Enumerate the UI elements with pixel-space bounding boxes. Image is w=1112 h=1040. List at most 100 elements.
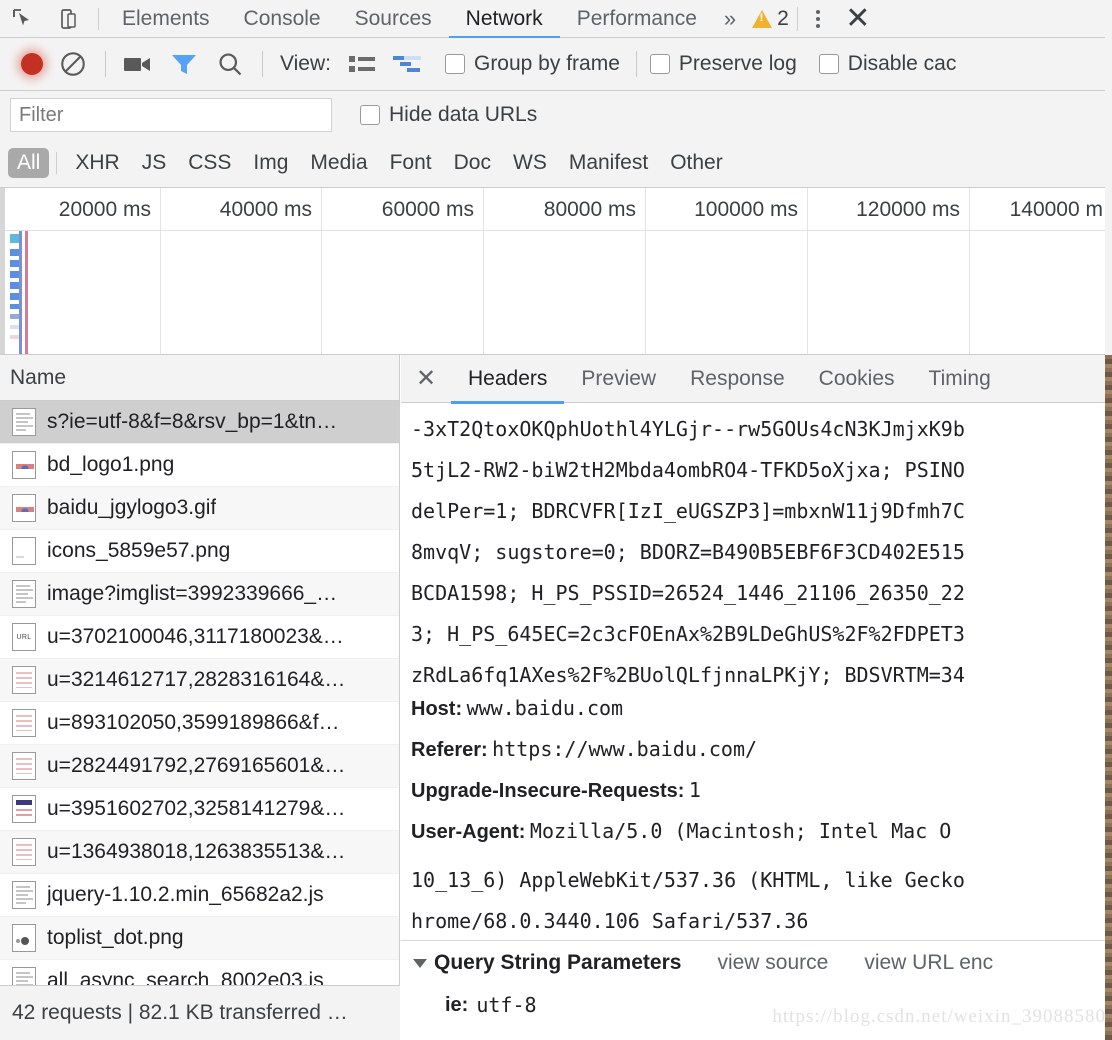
checkbox-label: Preserve log [678,52,797,75]
table-row[interactable]: all_async_search_8002e03.js [0,960,399,985]
timeline-tick-label: 40000 ms [219,198,312,221]
table-row[interactable]: u=3951602702,3258141279&… [0,788,399,831]
hide-data-urls-checkbox[interactable]: Hide data URLs [360,103,537,127]
preserve-log-checkbox[interactable]: Preserve log [649,52,797,76]
table-row[interactable]: u=2824491792,2769165601&… [0,745,399,788]
cookie-wrapped-line: 5tjL2-RW2-biW2tH2Mbda4ombRO4-TFKD5oXjxa;… [411,458,965,482]
disable-cache-checkbox[interactable]: Disable cac [818,52,957,76]
request-name: bd_logo1.png [47,453,175,476]
desktop-background-edge [1105,355,1112,1040]
header-key: Upgrade-Insecure-Requests: [411,780,685,802]
close-icon[interactable]: ✕ [401,355,451,403]
request-summary-text: 42 requests | 82.1 KB transferred … [12,1001,348,1024]
toolbar-divider [262,51,263,77]
tab-cookies[interactable]: Cookies [802,355,912,403]
query-string-parameters-section: Query String Parameters view source view… [401,940,1112,1040]
query-string-header[interactable]: Query String Parameters view source view… [401,941,1112,985]
filter-funnel-icon[interactable] [161,46,207,82]
script-file-icon [12,967,36,985]
type-filter-font[interactable]: Font [379,148,443,178]
table-row[interactable]: bd_logo1.png [0,444,399,487]
type-filter-doc[interactable]: Doc [443,148,502,178]
section-title: Query String Parameters [434,951,682,974]
image-file-icon [12,494,36,522]
table-row[interactable]: jquery-1.10.2.min_65682a2.js [0,874,399,917]
view-source-link[interactable]: view source [717,951,828,975]
checkbox-box[interactable] [649,54,670,74]
table-row[interactable]: toplist_dot.png [0,917,399,960]
table-row[interactable]: u=3214612717,2828316164&… [0,659,399,702]
type-filter-js[interactable]: JS [131,148,178,178]
type-filter-css[interactable]: CSS [177,148,242,178]
checkbox-box[interactable] [444,54,465,74]
table-row[interactable]: icons_5859e57.png [0,530,399,573]
search-magnifier-icon[interactable] [207,46,253,82]
checkbox-box[interactable] [818,54,839,74]
list-view-icon[interactable] [339,46,385,82]
type-filter-all[interactable]: All [8,148,50,178]
tab-network[interactable]: Network [448,0,560,39]
view-url-encoded-link[interactable]: view URL enc [864,951,993,975]
network-status-bar: 42 requests | 82.1 KB transferred … [0,985,400,1040]
request-name: u=3214612717,2828316164&… [47,668,346,691]
param-key: ie: [445,993,469,1016]
type-filter-xhr[interactable]: XHR [64,148,130,178]
network-overview-timeline[interactable]: 20000 ms 40000 ms 60000 ms 80000 ms 1000… [0,188,1112,355]
checkbox-box[interactable] [360,105,380,125]
table-row[interactable]: image?imglist=3992339666_… [0,573,399,616]
type-filter-manifest[interactable]: Manifest [558,148,659,178]
timeline-bar [10,249,19,256]
group-by-frame-checkbox[interactable]: Group by frame [444,52,620,76]
checkbox-label: Disable cac [847,52,957,75]
table-row[interactable]: s?ie=utf-8&f=8&rsv_bp=1&tn… [0,401,399,444]
inspect-element-icon[interactable] [0,0,46,38]
close-icon[interactable]: ✕ [836,0,880,38]
search-input[interactable]: Filter [10,98,332,132]
timeline-bar [10,335,19,339]
tab-sources[interactable]: Sources [338,0,449,38]
tab-timing[interactable]: Timing [912,355,1008,403]
tab-response[interactable]: Response [673,355,802,403]
warning-count-label: 2 [777,6,789,30]
type-filter-ws[interactable]: WS [502,148,558,178]
filter-placeholder: Filter [19,103,64,126]
screenshot-camera-icon[interactable] [115,46,161,82]
warning-count-badge[interactable]: 2 [746,7,795,31]
timeline-bar [10,325,19,329]
timeline-load-event-marker [25,231,28,354]
cookie-wrapped-line: delPer=1; BDRCVFR[IzI_eUGSZP3]=mbxnW11j9… [411,499,965,523]
device-toolbar-icon[interactable] [46,0,92,38]
request-name: jquery-1.10.2.min_65682a2.js [47,883,324,906]
type-filter-other[interactable]: Other [659,148,734,178]
toolbar-divider [635,51,637,77]
header-value: 1 [688,778,701,802]
chevron-down-icon[interactable] [413,958,427,968]
image-file-icon [12,752,36,780]
request-list-column-header[interactable]: Name [0,355,399,401]
table-row[interactable]: u=893102050,3599189866&f… [0,702,399,745]
timeline-tick-label: 80000 ms [543,198,636,221]
window-edge [1105,0,1112,355]
record-button-icon[interactable] [14,46,50,82]
tab-elements[interactable]: Elements [105,0,227,38]
more-tabs-chevron-icon[interactable]: » [714,0,746,38]
tab-headers[interactable]: Headers [451,355,565,404]
header-row-host: Host: www.baidu.com [411,696,1112,737]
tab-preview[interactable]: Preview [564,355,673,403]
table-row[interactable]: URL u=3702100046,3117180023&… [0,616,399,659]
waterfall-view-icon[interactable] [385,46,431,82]
checkbox-label: Hide data URLs [389,103,538,126]
clear-icon[interactable] [50,46,96,82]
timeline-bars [5,231,1112,354]
type-filter-img[interactable]: Img [242,148,299,178]
request-name: u=1364938018,1263835513&… [47,840,346,863]
table-row[interactable]: u=1364938018,1263835513&… [0,831,399,874]
param-value: utf-8 [476,993,537,1017]
table-row[interactable]: baidu_jgylogo3.gif [0,487,399,530]
kebab-menu-icon[interactable] [800,0,836,38]
tab-console[interactable]: Console [227,0,338,38]
type-filter-media[interactable]: Media [299,148,378,178]
tab-performance[interactable]: Performance [560,0,714,38]
timeline-tick-label: 100000 ms [694,198,798,221]
toolbar-divider [56,152,58,174]
